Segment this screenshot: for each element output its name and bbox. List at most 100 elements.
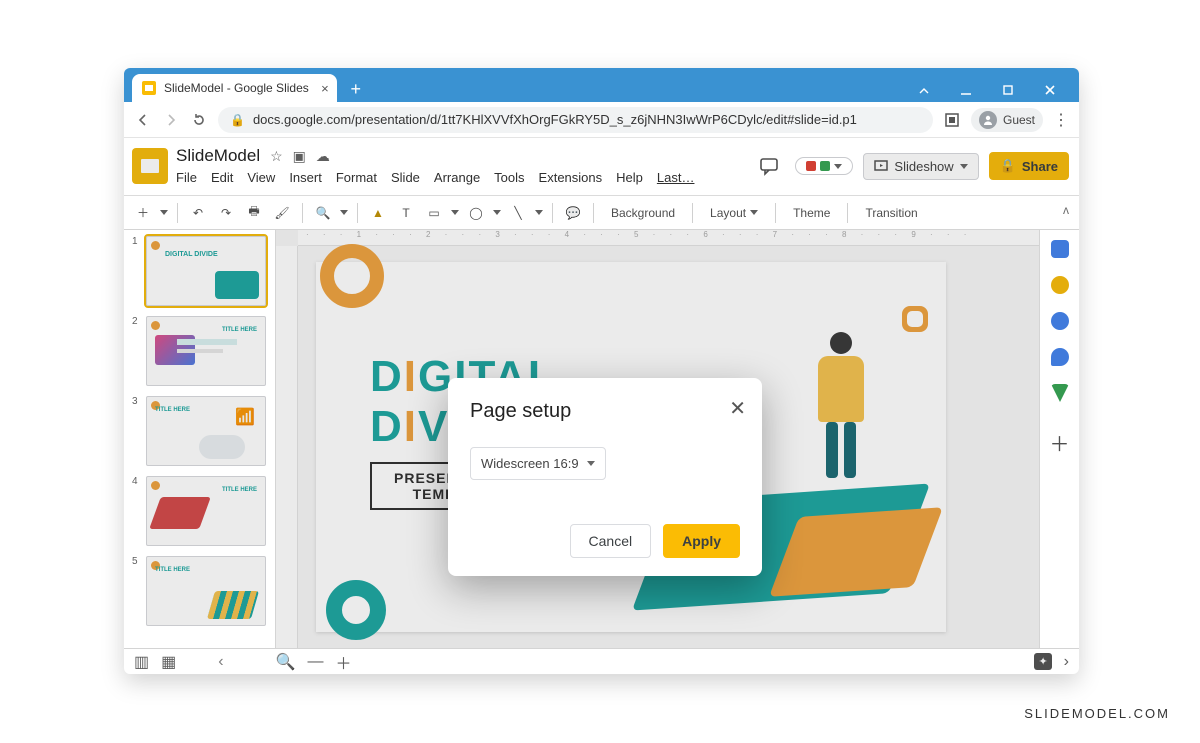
thumb-number: 4: [132, 476, 140, 546]
menu-help[interactable]: Help: [616, 170, 643, 185]
avatar-icon: [979, 111, 997, 129]
address-bar: 🔒 docs.google.com/presentation/d/1tt7KHl…: [124, 102, 1079, 138]
collapse-panel-icon[interactable]: ‹: [218, 653, 223, 671]
thumb-number: 1: [132, 236, 140, 306]
new-tab-button[interactable]: +: [343, 76, 369, 102]
dialog-close-icon[interactable]: ✕: [729, 396, 746, 421]
slideshow-button[interactable]: Slideshow: [863, 153, 978, 180]
browser-tab[interactable]: SlideModel - Google Slides ×: [132, 74, 337, 102]
chevron-down-icon: [587, 461, 595, 466]
print-icon[interactable]: 🖶: [243, 202, 265, 224]
window-close-button[interactable]: [1031, 78, 1069, 102]
menu-edit[interactable]: Edit: [211, 170, 233, 185]
comment-add-icon[interactable]: 💬: [562, 202, 584, 224]
tab-close-icon[interactable]: ×: [321, 81, 329, 96]
chevron-down-icon: [750, 210, 758, 215]
thumb-number: 5: [132, 556, 140, 626]
add-addon-icon[interactable]: ＋: [1050, 428, 1070, 457]
titlebar: SlideModel - Google Slides × +: [124, 68, 1079, 102]
statusbar: ▥ ▦ ‹ 🔍 — ＋ ✦ ›: [124, 648, 1079, 674]
comments-icon[interactable]: [753, 150, 785, 182]
slide-thumb[interactable]: TITLE HERE 📶: [146, 396, 266, 466]
side-panel: ＋: [1039, 230, 1079, 648]
move-icon[interactable]: ▣: [293, 148, 306, 165]
ruler-horizontal: · · · 1 · · · 2 · · · 3 · · · 4 · · · 5 …: [298, 230, 1039, 246]
slides-favicon-icon: [142, 81, 156, 95]
zoom-in-icon[interactable]: ＋: [336, 650, 352, 674]
collapse-toolbar-icon[interactable]: ʌ: [1063, 203, 1069, 217]
menu-slide[interactable]: Slide: [391, 170, 420, 185]
browser-window: SlideModel - Google Slides × +: [124, 68, 1079, 674]
doc-title[interactable]: SlideModel: [176, 146, 260, 166]
keep-icon[interactable]: [1051, 276, 1069, 294]
maps-icon[interactable]: [1051, 384, 1069, 402]
theme-button[interactable]: Theme: [785, 203, 838, 223]
slide-thumb[interactable]: DIGITAL DIVIDE: [146, 236, 266, 306]
star-icon[interactable]: ☆: [270, 148, 283, 165]
paint-format-icon[interactable]: 🖌: [271, 202, 293, 224]
menu-format[interactable]: Format: [336, 170, 377, 185]
textbox-icon[interactable]: T: [395, 202, 417, 224]
chevron-down-icon: [960, 164, 968, 169]
watermark-text: SLIDEMODEL.COM: [1024, 706, 1170, 721]
window-minimize-button[interactable]: [905, 78, 943, 102]
page-size-value: Widescreen 16:9: [481, 456, 579, 471]
profile-chip[interactable]: Guest: [971, 108, 1043, 132]
menu-arrange[interactable]: Arrange: [434, 170, 480, 185]
chrome-menu-icon[interactable]: ⋮: [1053, 110, 1069, 130]
cloud-status-icon[interactable]: ☁: [316, 148, 330, 165]
decor-person-icon: [806, 332, 876, 482]
contacts-icon[interactable]: [1051, 348, 1069, 366]
calendar-icon[interactable]: [1051, 240, 1069, 258]
slides-logo-icon[interactable]: [132, 148, 168, 184]
line-icon[interactable]: ╲: [507, 202, 529, 224]
background-button[interactable]: Background: [603, 203, 683, 223]
explore-icon[interactable]: ✦: [1034, 653, 1051, 670]
nav-back-icon[interactable]: [134, 111, 152, 129]
page-size-select[interactable]: Widescreen 16:9: [470, 447, 606, 480]
nav-forward-icon[interactable]: [162, 111, 180, 129]
zoom-out-icon[interactable]: 🔍: [276, 652, 296, 672]
layout-button[interactable]: Layout: [702, 203, 766, 223]
menu-insert[interactable]: Insert: [289, 170, 322, 185]
menu-extensions[interactable]: Extensions: [539, 170, 603, 185]
install-app-icon[interactable]: [943, 111, 961, 129]
new-slide-icon[interactable]: ＋: [132, 202, 154, 224]
tasks-icon[interactable]: [1051, 312, 1069, 330]
url-text: docs.google.com/presentation/d/1tt7KHlXV…: [253, 112, 857, 127]
shape-icon[interactable]: ◯: [465, 202, 487, 224]
select-tool-icon[interactable]: ▲: [367, 202, 389, 224]
thumb-text: TITLE HERE: [155, 567, 190, 573]
menu-last-edit[interactable]: Last…: [657, 170, 695, 185]
zoom-slider[interactable]: —: [308, 653, 324, 671]
menu-tools[interactable]: Tools: [494, 170, 524, 185]
share-button[interactable]: 🔒 Share: [989, 152, 1069, 180]
grid-view-icon[interactable]: ▦: [161, 652, 176, 672]
apply-button[interactable]: Apply: [663, 524, 740, 558]
menu-view[interactable]: View: [247, 170, 275, 185]
layout-label: Layout: [710, 206, 746, 220]
thumb-number: 2: [132, 316, 140, 386]
chevron-down-icon: [535, 210, 543, 215]
transition-button[interactable]: Transition: [857, 203, 925, 223]
omnibox[interactable]: 🔒 docs.google.com/presentation/d/1tt7KHl…: [218, 107, 933, 133]
cancel-button[interactable]: Cancel: [570, 524, 652, 558]
meet-button[interactable]: [795, 157, 853, 175]
thumb-text: TITLE HERE: [222, 487, 257, 493]
undo-icon[interactable]: ↶: [187, 202, 209, 224]
window-maximize-button[interactable]: [989, 78, 1027, 102]
zoom-icon[interactable]: 🔍: [312, 202, 334, 224]
menu-file[interactable]: File: [176, 170, 197, 185]
slide-thumb[interactable]: TITLE HERE: [146, 556, 266, 626]
sidepanel-toggle-icon[interactable]: ›: [1064, 653, 1069, 671]
image-icon[interactable]: ▭: [423, 202, 445, 224]
redo-icon[interactable]: ↷: [215, 202, 237, 224]
window-line-button[interactable]: [947, 78, 985, 102]
chevron-down-icon: [451, 210, 459, 215]
slide-thumb[interactable]: TITLE HERE: [146, 316, 266, 386]
nav-reload-icon[interactable]: [190, 111, 208, 129]
slide-thumb[interactable]: TITLE HERE: [146, 476, 266, 546]
thumb-text: TITLE HERE: [222, 327, 257, 333]
filmstrip-view-icon[interactable]: ▥: [134, 652, 149, 672]
thumbnail-panel[interactable]: 1 DIGITAL DIVIDE 2 TITLE HERE: [124, 230, 276, 648]
